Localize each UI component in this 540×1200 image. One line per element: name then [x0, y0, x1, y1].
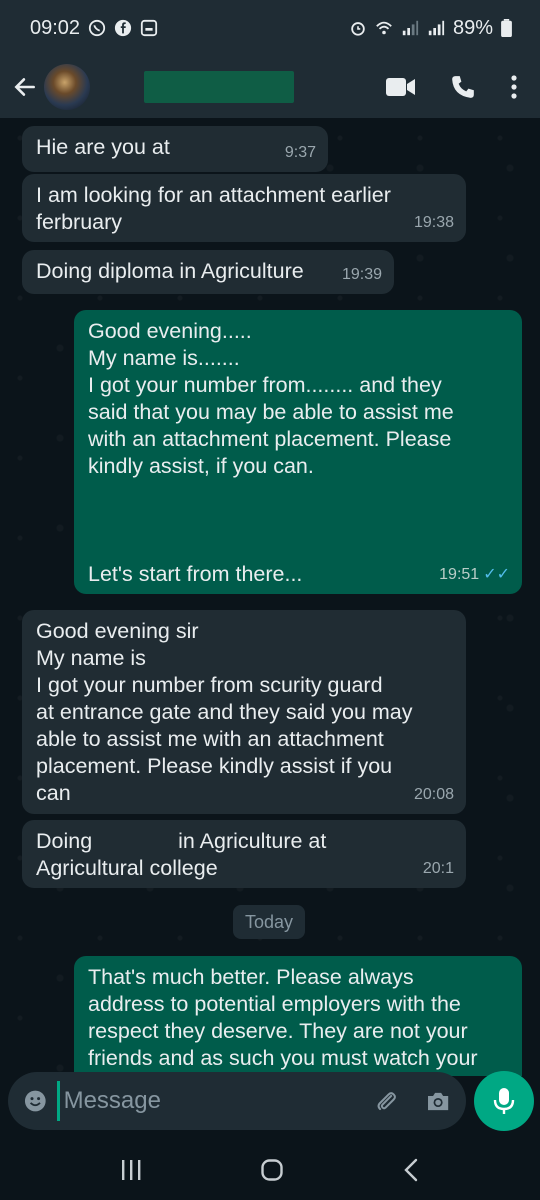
redacted-text [175, 138, 206, 159]
message-text: respect they deserve. They are not your [88, 1019, 468, 1043]
message-time: 19:39 [341, 266, 382, 283]
signal-icon [402, 20, 419, 36]
message-text: That's much better. Please always [88, 965, 414, 989]
emoji-icon[interactable] [24, 1087, 47, 1115]
message-text: Doing [36, 829, 99, 853]
status-left: 09:02 [30, 17, 158, 40]
message-text: in Agriculture at [178, 829, 327, 853]
message-time: 20:08 [413, 786, 454, 803]
back-arrow-icon [14, 78, 35, 96]
message-text: Good evening..... [88, 319, 252, 343]
message-text: at entrance gate and they said you may [36, 700, 413, 724]
home-icon[interactable] [260, 1158, 284, 1182]
battery-icon [501, 19, 512, 37]
mic-icon [493, 1088, 515, 1114]
message-text: friends and as such you must watch your [88, 1046, 478, 1070]
message-text: placement. Please kindly assist if you [36, 754, 393, 778]
message-text: can [36, 781, 71, 805]
message-bubble[interactable]: Good evening sir My name is I got your n… [22, 610, 466, 814]
message-bubble[interactable]: I am looking for an attachment earlier f… [22, 174, 466, 242]
message-time: 20:1 [422, 860, 454, 877]
battery-level: 89% [452, 16, 493, 39]
message-text: Doing diploma in Agriculture [36, 259, 304, 283]
video-call-icon[interactable] [386, 76, 416, 98]
message-bubble[interactable]: Doing diploma in Agriculture 19:39 [22, 250, 394, 294]
voice-call-icon[interactable] [450, 74, 476, 100]
message-composer [8, 1072, 466, 1130]
back-nav-icon[interactable] [401, 1158, 421, 1182]
message-time: 19:38 [413, 214, 454, 231]
camera-icon[interactable] [426, 1087, 450, 1115]
message-text: address to potential employers with the [88, 992, 461, 1016]
day-divider: Today [233, 905, 305, 939]
message-bubble[interactable]: Good evening..... My name is....... I go… [74, 310, 522, 594]
message-text: I got your number from........ and they [88, 373, 442, 397]
redacted-text [98, 832, 179, 853]
gallery-icon [140, 19, 158, 37]
message-text: My name is....... [88, 346, 240, 370]
message-bubble[interactable]: That's much better. Please always addres… [74, 956, 522, 1076]
contact-name-redacted[interactable] [144, 71, 294, 103]
recent-apps-icon[interactable] [119, 1159, 143, 1181]
message-time: 19:51 ✓✓ [439, 566, 510, 583]
alarm-icon [351, 22, 365, 36]
attach-icon[interactable] [374, 1086, 398, 1116]
message-text: kindly assist, if you can. [88, 454, 314, 478]
status-time: 09:02 [30, 16, 81, 39]
message-bubble[interactable]: Doing in Agriculture at Agricultural col… [22, 820, 466, 888]
message-text: I got your number from scurity guard [36, 673, 383, 697]
mic-button[interactable] [474, 1071, 534, 1131]
message-text: I am looking for an attachment earlier [36, 183, 391, 207]
status-right: 89% [349, 17, 512, 40]
wifi-icon [376, 21, 392, 35]
message-text: Agricultural college [36, 856, 218, 880]
message-text: My name is [36, 646, 146, 670]
double-check-icon: ✓✓ [483, 566, 510, 583]
message-line: Doing in Agriculture at [36, 828, 452, 855]
more-options-icon[interactable] [510, 74, 518, 100]
message-text: Good evening sir [36, 619, 199, 643]
facebook-icon [114, 19, 132, 37]
message-text: said that you may be able to assist me [88, 400, 454, 424]
message-text: ferbruary [36, 210, 123, 234]
header-actions [386, 74, 530, 100]
message-time: 9:37 [284, 144, 316, 161]
chat-area[interactable]: Hie are you at 9:37 I am looking for an … [0, 118, 540, 1076]
chat-header [0, 56, 540, 118]
message-text: Hie are you at [36, 135, 176, 159]
whatsapp-icon [88, 19, 106, 37]
contact-avatar[interactable] [44, 64, 90, 110]
message-bubble[interactable]: Hie are you at 9:37 [22, 126, 328, 172]
message-text: able to assist me with an attachment [36, 727, 384, 751]
signal-icon [428, 20, 445, 36]
back-button[interactable] [10, 72, 40, 102]
system-nav-bar [0, 1140, 540, 1200]
message-input[interactable] [56, 1081, 374, 1121]
message-text: with an attachment placement. Please [88, 427, 452, 451]
status-bar: 09:02 89% [0, 0, 540, 56]
